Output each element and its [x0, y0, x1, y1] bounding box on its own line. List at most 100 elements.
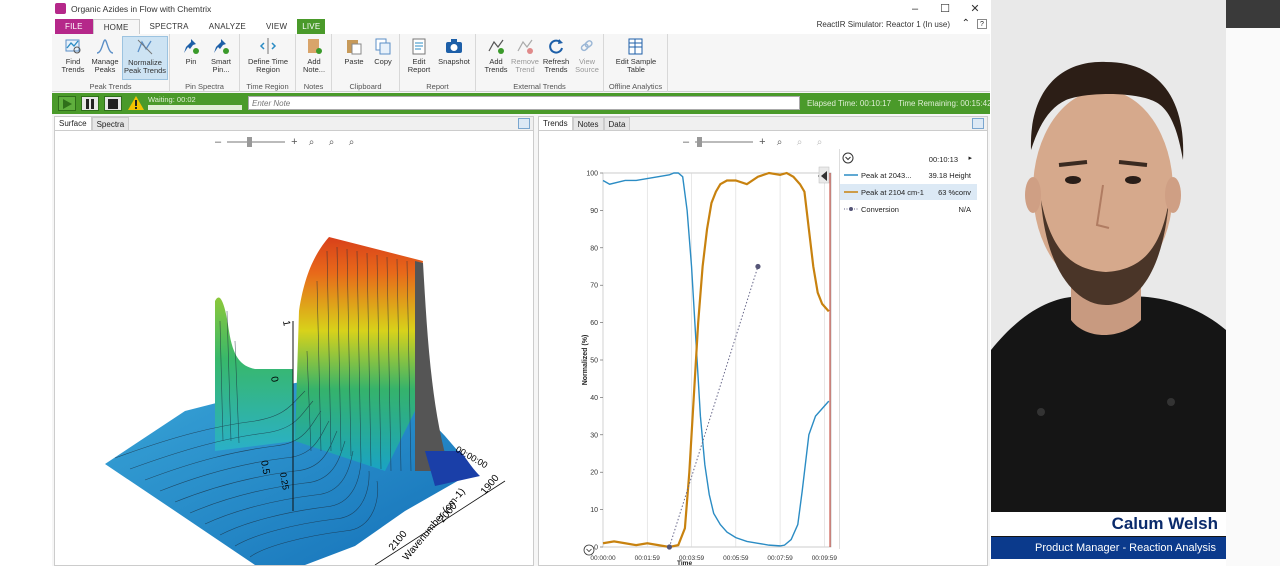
- y-tick-label: 80: [590, 245, 598, 252]
- y-tick-label: 100: [586, 171, 598, 178]
- group-clipboard: Paste Copy Clipboard: [332, 34, 400, 92]
- paste-icon: [347, 40, 362, 55]
- ribbon: Find Trends Manage Peaks Normalize Peak …: [52, 34, 990, 92]
- trends-zoom-bar: – + ⌕ ⌕ ⌕: [683, 135, 826, 149]
- title-bar: Organic Azides in Flow with Chemtrix – ☐…: [52, 0, 990, 17]
- zoom-slider-thumb[interactable]: [247, 137, 253, 147]
- tab-view[interactable]: VIEW: [256, 19, 297, 34]
- smart-pin-button[interactable]: Smart Pin...: [206, 36, 236, 80]
- stop-icon: [108, 98, 118, 109]
- legend-row-peak-2104[interactable]: Peak at 2104 cm-1 63 %conv: [840, 184, 977, 200]
- edit-report-button[interactable]: Edit Report: [404, 36, 434, 80]
- tab-spectra[interactable]: SPECTRA: [140, 19, 199, 34]
- zoom-slider-thumb[interactable]: [697, 137, 703, 147]
- normalize-icon: [137, 39, 153, 55]
- trend-chart[interactable]: 00:00:00 00:01:59 00:03:59 00:05:59 00:07:59…: [539, 151, 837, 565]
- right-margin: [1226, 0, 1280, 566]
- tab-analyze[interactable]: ANALYZE: [199, 19, 256, 34]
- group-time-region: Define Time Region Time Region: [240, 34, 296, 92]
- note-input[interactable]: [248, 96, 800, 110]
- legend-name: Peak at 2043...: [861, 171, 912, 180]
- group-label: Notes: [303, 82, 324, 91]
- group-offline-analytics: Edit Sample Table Offline Analytics: [604, 34, 668, 92]
- panel-menu-icon[interactable]: [972, 118, 984, 129]
- trends-panel-tabs: Trends Notes Data: [539, 117, 987, 131]
- add-note-button[interactable]: Add Note...: [300, 36, 328, 80]
- legend-row-peak-2043[interactable]: Peak at 2043... 39.18 Height: [840, 167, 977, 183]
- maximize-button[interactable]: ☐: [930, 0, 960, 17]
- add-trends-button[interactable]: Add Trends: [482, 36, 510, 80]
- zoom-box-icon[interactable]: ⌕: [326, 137, 338, 148]
- zoom-slider[interactable]: [227, 137, 286, 147]
- tab-trends[interactable]: Trends: [539, 117, 573, 130]
- pause-button[interactable]: [81, 96, 99, 111]
- paste-button[interactable]: Paste: [340, 36, 368, 80]
- legend-collapse-icon[interactable]: [842, 152, 854, 164]
- panel-menu-icon[interactable]: [518, 118, 530, 129]
- zoom-out-button[interactable]: –: [215, 136, 221, 148]
- play-icon: [63, 98, 72, 109]
- zoom-slider[interactable]: [695, 137, 754, 147]
- minimize-button[interactable]: –: [900, 0, 930, 17]
- legend-swatch: [844, 207, 858, 211]
- experiment-control-bar: Waiting: 00:02 Elapsed Time: 00:10:17 Ti…: [52, 93, 990, 114]
- zoom-in-button[interactable]: +: [291, 136, 297, 148]
- find-trends-button[interactable]: Find Trends: [57, 36, 89, 80]
- remove-trend-button[interactable]: Remove Trend: [510, 36, 540, 80]
- view-source-button[interactable]: View Source: [572, 36, 602, 80]
- zoom-fit-icon[interactable]: ⌕: [774, 137, 786, 148]
- refresh-trends-button[interactable]: Refresh Trends: [540, 36, 572, 80]
- app-logo-icon: [55, 3, 66, 14]
- define-time-region-button[interactable]: Define Time Region: [244, 36, 292, 80]
- zoom-box-icon[interactable]: ⌕: [794, 137, 806, 148]
- tab-surface[interactable]: Surface: [55, 117, 92, 130]
- zoom-in-button[interactable]: +: [759, 136, 765, 148]
- help-icon[interactable]: ?: [977, 19, 987, 29]
- copy-button[interactable]: Copy: [370, 36, 396, 80]
- close-button[interactable]: ✕: [960, 0, 990, 17]
- x-tick-label: 00:00:00: [590, 555, 616, 562]
- normalize-peak-trends-button[interactable]: Normalize Peak Trends: [122, 36, 168, 80]
- legend-swatch: [844, 191, 858, 193]
- copy-icon: [375, 38, 391, 55]
- time-region-icon: [259, 38, 277, 54]
- zoom-reset-icon[interactable]: ⌕: [814, 137, 826, 148]
- zoom-reset-icon[interactable]: ⌕: [346, 137, 358, 148]
- presenter-name: Calum Welsh: [1111, 514, 1218, 533]
- legend-row-conversion[interactable]: Conversion N/A: [840, 201, 977, 217]
- wavenumber-tick-1900: 1900: [479, 472, 502, 496]
- play-button[interactable]: [58, 96, 76, 111]
- legend-expand-icon[interactable]: ▸: [968, 154, 972, 162]
- tab-file[interactable]: FILE: [55, 19, 93, 34]
- stop-button[interactable]: [104, 96, 122, 111]
- surface-plot[interactable]: 1 0 0.5 0.25 2100 2000 1900 00:00:00 Wav…: [55, 151, 533, 565]
- timeline-chevron-icon: [586, 548, 592, 553]
- tab-home[interactable]: HOME: [92, 19, 140, 34]
- tab-data[interactable]: Data: [603, 117, 631, 130]
- snapshot-button[interactable]: Snapshot: [436, 36, 472, 80]
- tab-live[interactable]: LIVE: [297, 19, 326, 34]
- lower-band: [991, 559, 1226, 566]
- presenter-photo: [991, 0, 1226, 566]
- group-peak-trends: Find Trends Manage Peaks Normalize Peak …: [52, 34, 170, 92]
- plot-area: [602, 172, 832, 548]
- tab-notes[interactable]: Notes: [572, 117, 604, 130]
- conversion-point: [666, 544, 673, 550]
- y-tick-label: 90: [590, 208, 598, 215]
- pin-button[interactable]: Pin: [178, 36, 204, 80]
- presenter-video: [991, 0, 1226, 566]
- y-axis-label: Normalized (%): [582, 335, 589, 386]
- refresh-icon: [549, 39, 563, 54]
- link-icon: [580, 40, 593, 52]
- manage-peaks-button[interactable]: Manage Peaks: [89, 36, 121, 80]
- zoom-fit-icon[interactable]: ⌕: [306, 137, 318, 148]
- trends-panel: Trends Notes Data – + ⌕ ⌕ ⌕ 00:00:00 00:0…: [538, 116, 988, 566]
- tab-spectra-view[interactable]: Spectra: [91, 117, 130, 130]
- z-tick-1: 1: [280, 320, 292, 328]
- collapse-ribbon-icon[interactable]: ⌃: [962, 18, 970, 29]
- sample-table-icon: [628, 38, 643, 55]
- zoom-out-button[interactable]: –: [683, 136, 689, 148]
- conversion-point: [755, 263, 761, 270]
- surface-panel-tabs: Surface Spectra: [55, 117, 533, 131]
- edit-sample-table-button[interactable]: Edit Sample Table: [608, 36, 664, 80]
